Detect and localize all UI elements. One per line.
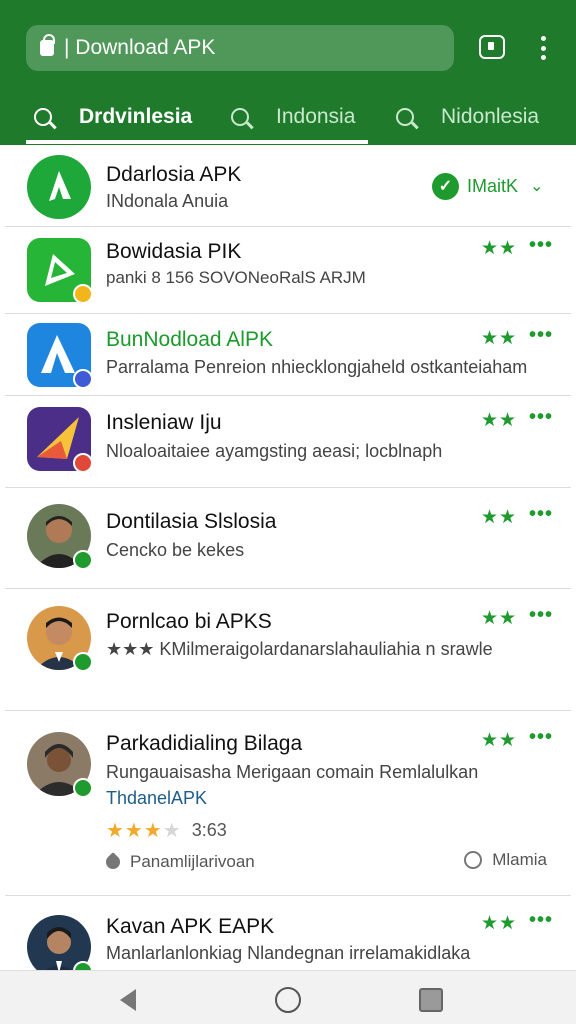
app-title: Dontilasia Slslosia bbox=[106, 510, 277, 533]
star-rating: ★★ bbox=[481, 328, 518, 349]
developer-link[interactable]: ThdanelAPK bbox=[106, 788, 207, 809]
more-options-icon[interactable]: ••• bbox=[529, 324, 553, 347]
more-options-icon[interactable]: ••• bbox=[529, 726, 553, 749]
rating-row: ★★★★ 3:63 bbox=[106, 818, 227, 843]
app-logo-icon bbox=[27, 407, 93, 473]
list-item[interactable]: Bowidasia PIK panki 8 156 SOVONeoRalS AR… bbox=[5, 228, 571, 314]
installed-dropdown[interactable]: ✓ IMaitK ⌄ bbox=[432, 172, 543, 200]
app-title: Insleniaw Iju bbox=[106, 411, 222, 434]
app-logo-icon bbox=[27, 238, 93, 304]
list-item[interactable]: Parkadidialing Bilaga Rungauaisasha Meri… bbox=[5, 712, 571, 896]
star-rating: ★★ bbox=[481, 507, 518, 528]
status-badge bbox=[73, 453, 93, 473]
list-item[interactable]: Dontilasia Slslosia Cencko be kekes ★★ •… bbox=[5, 489, 571, 589]
star-rating-icon: ★★★★ bbox=[106, 820, 182, 842]
location-icon bbox=[103, 852, 123, 872]
app-title: Bowidasia PIK bbox=[106, 240, 242, 263]
app-subtitle: panki 8 156 SOVONeoRalS ARJM bbox=[106, 268, 366, 287]
status-badge bbox=[73, 778, 93, 798]
app-list: Ddarlosia APK INdonala Anuia ✓ IMaitK ⌄ … bbox=[5, 145, 571, 1024]
status-badge bbox=[73, 369, 93, 389]
star-rating: ★★ bbox=[481, 913, 518, 934]
home-icon[interactable] bbox=[275, 987, 301, 1013]
tab-label: Indonsia bbox=[276, 104, 356, 128]
app-subtitle: Nloaloaitaiee ayamgsting aeasi; locblnap… bbox=[106, 441, 443, 461]
tab-switcher-icon[interactable] bbox=[479, 35, 505, 59]
more-options-icon[interactable]: ••• bbox=[529, 234, 553, 257]
app-subtitle: ★★★ KMilmeraigolardanarslahauliahia n sr… bbox=[106, 639, 493, 659]
active-tab-indicator bbox=[26, 140, 368, 144]
app-logo-icon bbox=[27, 155, 91, 219]
right-meta: Mlamia bbox=[464, 850, 547, 870]
list-item[interactable]: Insleniaw Iju Nloaloaitaiee ayamgsting a… bbox=[5, 397, 571, 488]
more-options-icon[interactable]: ••• bbox=[529, 604, 553, 627]
lock-icon bbox=[40, 34, 55, 56]
rating-value: 3:63 bbox=[191, 820, 227, 840]
location-text: Panamlijlarivoan bbox=[130, 852, 255, 871]
star-rating: ★★ bbox=[481, 410, 518, 431]
check-icon: ✓ bbox=[432, 172, 459, 200]
recents-icon[interactable] bbox=[419, 988, 443, 1012]
avatar bbox=[27, 606, 93, 672]
address-text: | Download APK bbox=[64, 36, 216, 59]
tab-nidonlesia[interactable]: Nidonlesia bbox=[396, 88, 539, 145]
more-options-icon[interactable]: ••• bbox=[529, 503, 553, 526]
app-subtitle: INdonala Anuia bbox=[106, 191, 229, 211]
list-item[interactable]: BunNodload AlPK Parralama Penreion nhiec… bbox=[5, 315, 571, 396]
tab-indonsia[interactable]: Indonsia bbox=[231, 88, 355, 145]
system-nav-bar bbox=[0, 970, 576, 1024]
app-subtitle: Manlarlanlonkiag Nlandegnan irrelamakidl… bbox=[106, 943, 471, 963]
star-rating: ★★ bbox=[481, 238, 518, 259]
chevron-down-icon: ⌄ bbox=[530, 178, 544, 195]
browser-toolbar: | Download APK Drdvinlesia Indonsia Nido… bbox=[0, 0, 576, 145]
app-title: Pornlcao bi APKS bbox=[106, 610, 272, 633]
status-badge bbox=[73, 284, 93, 304]
app-title: Parkadidialing Bilaga bbox=[106, 732, 303, 755]
tab-label: Nidonlesia bbox=[441, 104, 540, 128]
tab-label: Drdvinlesia bbox=[79, 104, 193, 128]
right-meta-text: Mlamia bbox=[492, 850, 547, 869]
search-tabs: Drdvinlesia Indonsia Nidonlesia bbox=[0, 88, 576, 145]
app-title: Kavan APK EAPK bbox=[106, 915, 275, 938]
tab-drdvinlesia[interactable]: Drdvinlesia bbox=[34, 88, 192, 145]
install-label: IMaitK bbox=[467, 175, 519, 196]
star-rating: ★★ bbox=[481, 608, 518, 629]
more-options-icon[interactable]: ••• bbox=[529, 406, 553, 429]
star-rating: ★★ bbox=[481, 730, 518, 751]
app-title: Ddarlosia APK bbox=[106, 163, 242, 186]
search-icon bbox=[231, 107, 249, 126]
search-icon bbox=[34, 107, 52, 126]
app-logo-icon bbox=[27, 323, 93, 389]
back-icon[interactable] bbox=[120, 989, 136, 1011]
avatar bbox=[27, 504, 93, 570]
search-icon bbox=[396, 107, 414, 126]
overflow-menu-icon[interactable] bbox=[536, 36, 550, 60]
list-item[interactable]: Ddarlosia APK INdonala Anuia ✓ IMaitK ⌄ bbox=[5, 145, 571, 227]
app-subtitle: Rungauaisasha Merigaan comain Remlalulka… bbox=[106, 762, 479, 782]
app-subtitle: Parralama Penreion nhiecklongjaheld ostk… bbox=[106, 357, 528, 377]
app-subtitle: Cencko be kekes bbox=[106, 540, 245, 560]
avatar bbox=[27, 732, 93, 798]
location-row: Panamlijlarivoan bbox=[103, 852, 255, 872]
status-badge bbox=[73, 652, 93, 672]
status-badge bbox=[73, 550, 93, 570]
app-title: BunNodload AlPK bbox=[106, 328, 273, 351]
list-item[interactable]: Pornlcao bi APKS ★★★ KMilmeraigolardanar… bbox=[5, 590, 571, 711]
address-bar[interactable]: | Download APK bbox=[26, 25, 454, 71]
clock-icon bbox=[464, 851, 483, 869]
more-options-icon[interactable]: ••• bbox=[529, 909, 553, 932]
